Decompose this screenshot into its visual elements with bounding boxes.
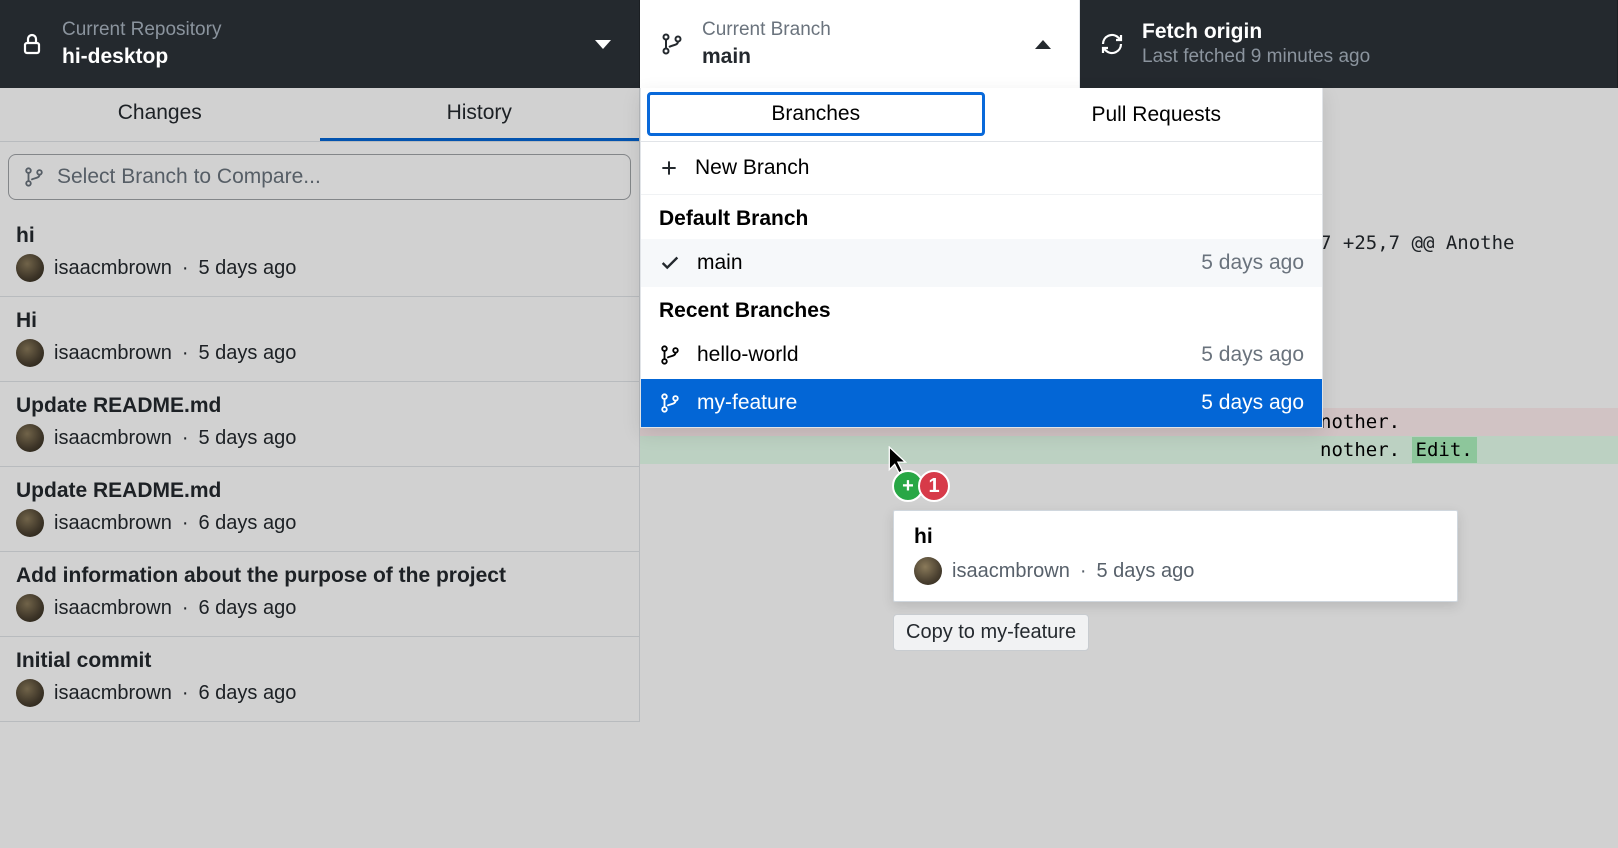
branch-icon bbox=[659, 344, 681, 366]
commit-meta: isaacmbrown·6 days ago bbox=[16, 679, 623, 707]
avatar bbox=[914, 557, 942, 585]
commit-meta: isaacmbrown·5 days ago bbox=[16, 254, 623, 282]
sync-icon bbox=[1098, 30, 1126, 58]
branch-name-label: main bbox=[697, 251, 743, 275]
branch-dropdown-panel: Branches Pull Requests New Branch Defaul… bbox=[640, 88, 1323, 428]
branch-label: Current Branch bbox=[702, 18, 831, 43]
commit-title: Initial commit bbox=[16, 649, 623, 673]
drag-card-title: hi bbox=[914, 525, 1437, 549]
default-branch-header: Default Branch bbox=[641, 195, 1322, 239]
commit-title: Update README.md bbox=[16, 394, 623, 418]
commit-title: hi bbox=[16, 224, 623, 248]
commit-item[interactable]: Add information about the purpose of the… bbox=[0, 552, 639, 637]
branch-item-my-feature[interactable]: my-feature 5 days ago bbox=[641, 379, 1322, 427]
repo-name: hi-desktop bbox=[62, 43, 221, 70]
avatar bbox=[16, 339, 44, 367]
check-icon bbox=[659, 252, 681, 274]
branch-item-hello-world[interactable]: hello-world 5 days ago bbox=[641, 331, 1322, 379]
repo-label: Current Repository bbox=[62, 18, 221, 43]
commit-item[interactable]: hi isaacmbrown·5 days ago bbox=[0, 212, 639, 297]
commit-item[interactable]: Update README.md isaacmbrown·6 days ago bbox=[0, 467, 639, 552]
commit-item[interactable]: Hi isaacmbrown·5 days ago bbox=[0, 297, 639, 382]
avatar bbox=[16, 679, 44, 707]
branch-name-label: my-feature bbox=[697, 391, 797, 415]
avatar bbox=[16, 509, 44, 537]
new-branch-button[interactable]: New Branch bbox=[641, 142, 1322, 195]
avatar bbox=[16, 424, 44, 452]
drag-card-time: 5 days ago bbox=[1097, 560, 1195, 583]
diff-line-added: nother. Edit. bbox=[640, 436, 1618, 464]
commit-title: Update README.md bbox=[16, 479, 623, 503]
branch-name-label: hello-world bbox=[697, 343, 799, 367]
recent-branches-header: Recent Branches bbox=[641, 287, 1322, 331]
tab-history[interactable]: History bbox=[320, 88, 640, 141]
branch-time: 5 days ago bbox=[1201, 391, 1304, 415]
branch-time: 5 days ago bbox=[1201, 343, 1304, 367]
lock-icon bbox=[18, 30, 46, 58]
commit-meta: isaacmbrown·6 days ago bbox=[16, 509, 623, 537]
chevron-up-icon bbox=[1035, 40, 1051, 49]
chevron-down-icon bbox=[595, 40, 611, 49]
tab-branches[interactable]: Branches bbox=[647, 92, 985, 136]
avatar bbox=[16, 254, 44, 282]
copy-tooltip: Copy to my-feature bbox=[893, 614, 1089, 651]
commit-title: Hi bbox=[16, 309, 623, 333]
branch-item-main[interactable]: main 5 days ago bbox=[641, 239, 1322, 287]
commit-title: Add information about the purpose of the… bbox=[16, 564, 623, 588]
tab-changes[interactable]: Changes bbox=[0, 88, 320, 141]
fetch-status: Last fetched 9 minutes ago bbox=[1142, 45, 1370, 70]
tab-pull-requests[interactable]: Pull Requests bbox=[991, 88, 1323, 141]
branch-time: 5 days ago bbox=[1201, 251, 1304, 275]
commit-item[interactable]: Update README.md isaacmbrown·5 days ago bbox=[0, 382, 639, 467]
dragged-commit-card: hi isaacmbrown · 5 days ago bbox=[893, 510, 1458, 602]
avatar bbox=[16, 594, 44, 622]
commit-meta: isaacmbrown·5 days ago bbox=[16, 339, 623, 367]
fetch-label: Fetch origin bbox=[1142, 18, 1370, 45]
commit-meta: isaacmbrown·5 days ago bbox=[16, 424, 623, 452]
compare-branch-selector[interactable]: Select Branch to Compare... bbox=[8, 154, 631, 200]
drag-card-author: isaacmbrown bbox=[952, 560, 1070, 583]
fetch-origin-button[interactable]: Fetch origin Last fetched 9 minutes ago bbox=[1080, 0, 1618, 88]
branch-name: main bbox=[702, 43, 831, 70]
branch-icon bbox=[658, 30, 686, 58]
repo-selector[interactable]: Current Repository hi-desktop bbox=[0, 0, 640, 88]
drag-count-badge: 1 bbox=[918, 470, 950, 502]
commit-item[interactable]: Initial commit isaacmbrown·6 days ago bbox=[0, 637, 639, 722]
compare-placeholder: Select Branch to Compare... bbox=[57, 165, 321, 189]
commit-meta: isaacmbrown·6 days ago bbox=[16, 594, 623, 622]
branch-selector[interactable]: Current Branch main bbox=[640, 0, 1080, 88]
branch-icon bbox=[659, 392, 681, 414]
